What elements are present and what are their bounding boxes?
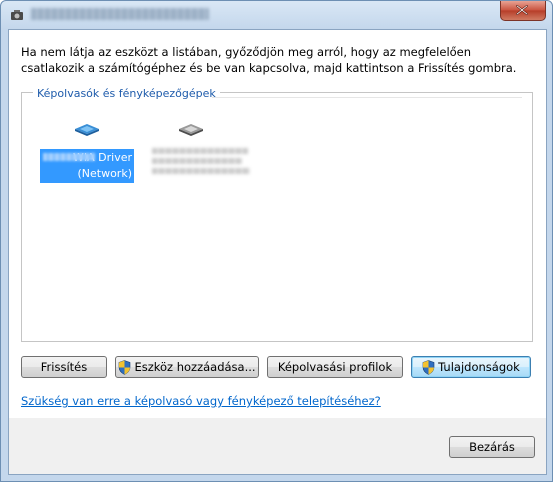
install-help-link[interactable]: Szükség van erre a képolvasó vagy fényké… — [21, 394, 381, 408]
device-item-wia[interactable]: WIA Driver (Network) — [40, 121, 134, 183]
dialog-client-area: Ha nem látja az eszközt a listában, győz… — [8, 29, 547, 475]
scanner-camera-icon — [11, 10, 23, 20]
refresh-button[interactable]: Frissítés — [21, 356, 107, 378]
close-icon — [516, 5, 528, 15]
blurred-device-name — [43, 153, 95, 161]
properties-button[interactable]: Tulajdonságok — [411, 356, 531, 378]
device-label: WIA Driver (Network) — [40, 149, 134, 183]
window-title — [31, 8, 209, 20]
scanner-icon — [179, 124, 203, 136]
device-list-group[interactable]: Képolvasók és fényképezőgépek WIA Driver… — [21, 87, 533, 342]
close-window-button[interactable] — [500, 1, 546, 21]
uac-shield-icon — [422, 359, 435, 375]
scanner-icon — [75, 124, 99, 136]
scan-profiles-button[interactable]: Képolvasási profilok — [267, 356, 403, 378]
instruction-text: Ha nem látja az eszközt a listában, győz… — [21, 45, 517, 75]
device-item-2[interactable] — [144, 121, 250, 174]
title-bar[interactable] — [1, 1, 552, 29]
dialog-window: Ha nem látja az eszközt a listában, győz… — [0, 0, 553, 482]
group-separator — [212, 97, 522, 98]
add-device-button[interactable]: Eszköz hozzáadása... — [115, 356, 259, 378]
close-button[interactable]: Bezárás — [449, 436, 535, 458]
uac-shield-icon — [119, 359, 131, 375]
blurred-device-name — [144, 148, 250, 174]
group-label: Képolvasók és fényképezőgépek — [33, 87, 220, 100]
